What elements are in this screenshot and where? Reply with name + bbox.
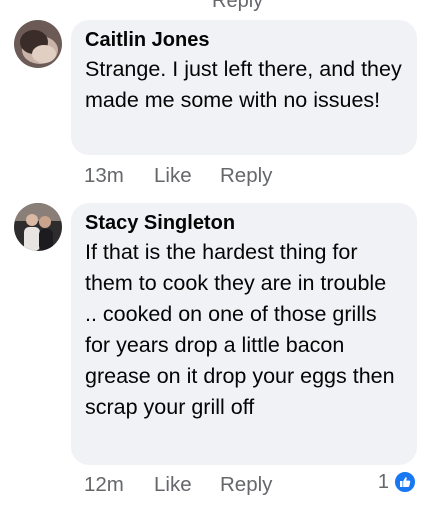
- comment-author[interactable]: Stacy Singleton: [85, 211, 403, 235]
- avatar[interactable]: [14, 203, 62, 251]
- comment-timestamp[interactable]: 13m: [84, 164, 154, 188]
- comment-actions: 12m Like Reply: [84, 473, 272, 497]
- like-button[interactable]: Like: [154, 473, 220, 497]
- like-button[interactable]: Like: [154, 164, 220, 188]
- comment-text: Strange. I just left there, and they mad…: [85, 57, 402, 112]
- reaction-summary[interactable]: 1: [378, 470, 417, 494]
- reply-button[interactable]: Reply: [220, 473, 272, 497]
- comment-author[interactable]: Caitlin Jones: [85, 28, 403, 52]
- comment-timestamp[interactable]: 12m: [84, 473, 154, 497]
- avatar[interactable]: [14, 20, 62, 68]
- reaction-count: 1: [377, 470, 389, 493]
- comment-actions: 13m Like Reply: [84, 164, 272, 188]
- thumbs-up-icon: [393, 470, 417, 494]
- comment-bubble: Stacy Singleton If that is the hardest t…: [71, 203, 417, 465]
- previous-reply-link[interactable]: Reply: [212, 0, 263, 13]
- comment-bubble: Caitlin Jones Strange. I just left there…: [71, 20, 417, 155]
- comment-text: If that is the hardest thing for them to…: [85, 240, 395, 419]
- reply-button[interactable]: Reply: [220, 164, 272, 188]
